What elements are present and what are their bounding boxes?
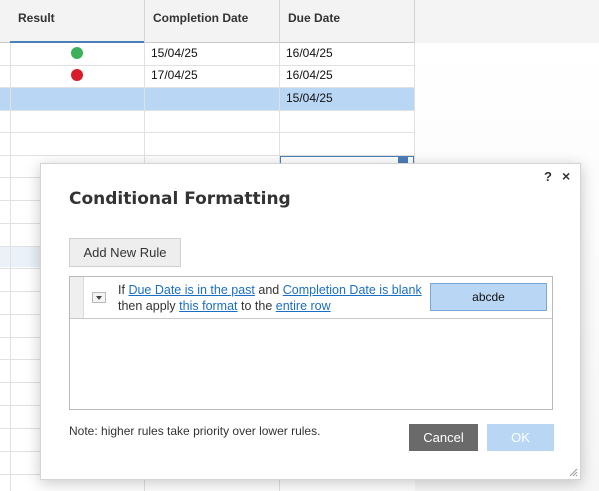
rule-then-text: then apply: [118, 299, 176, 313]
selected-row[interactable]: [0, 88, 415, 110]
gridline: [0, 132, 415, 133]
rule-menu-dropdown-icon[interactable]: [92, 292, 106, 303]
gridline: [0, 177, 40, 178]
gridline: [0, 223, 40, 224]
gridline: [0, 291, 40, 292]
row-highlight: [0, 247, 40, 267]
due-date-cell[interactable]: 16/04/25: [286, 68, 333, 82]
gridline: [0, 110, 415, 111]
format-preview-swatch[interactable]: abcde: [430, 283, 547, 311]
gridline: [0, 405, 40, 406]
completion-date-cell[interactable]: 17/04/25: [151, 68, 198, 82]
condition-link-due-date[interactable]: Due Date is in the past: [128, 283, 254, 297]
format-link[interactable]: this format: [179, 299, 237, 313]
gridline: [0, 474, 40, 475]
rule-to-text: to the: [241, 299, 273, 313]
gridline: [0, 382, 40, 383]
column-header-due-date[interactable]: Due Date: [280, 0, 415, 43]
gridline: [414, 43, 415, 163]
condition-link-completion-date[interactable]: Completion Date is blank: [283, 283, 422, 297]
gridline: [0, 65, 415, 66]
gridline: [0, 428, 40, 429]
rule-and-text: and: [258, 283, 280, 297]
gridline: [0, 359, 40, 360]
gridline: [0, 268, 40, 269]
priority-note: Note: higher rules take priority over lo…: [69, 424, 321, 438]
drag-handle[interactable]: [70, 277, 84, 318]
gridline: [0, 246, 40, 247]
rules-list: If Due Date is in the past and Completio…: [69, 276, 553, 410]
due-date-cell[interactable]: 16/04/25: [286, 46, 333, 60]
target-link-entire-row[interactable]: entire row: [276, 299, 331, 313]
gridline: [0, 87, 415, 88]
completion-date-cell[interactable]: 15/04/25: [151, 46, 198, 60]
help-icon[interactable]: ?: [544, 169, 552, 184]
gridline: [0, 314, 40, 315]
cancel-button[interactable]: Cancel: [409, 424, 478, 451]
rule-if-text: If: [118, 283, 125, 297]
resize-grip-icon[interactable]: [568, 467, 578, 477]
result-status-dot: [71, 69, 83, 81]
column-header-active-indicator: [10, 41, 144, 43]
gridline: [0, 337, 40, 338]
rule-row[interactable]: If Due Date is in the past and Completio…: [70, 277, 552, 319]
ok-button[interactable]: OK: [487, 424, 554, 451]
conditional-formatting-dialog: ? × Conditional Formatting Add New Rule …: [40, 163, 581, 480]
result-status-dot: [71, 47, 83, 59]
gridline: [10, 43, 11, 491]
header-empty-area: [415, 0, 599, 43]
column-header-result[interactable]: Result: [10, 0, 145, 43]
close-icon[interactable]: ×: [562, 168, 570, 184]
dialog-title: Conditional Formatting: [69, 189, 291, 209]
column-header-completion-date[interactable]: Completion Date: [145, 0, 280, 43]
rule-description: If Due Date is in the past and Completio…: [118, 282, 430, 314]
due-date-cell[interactable]: 15/04/25: [286, 91, 333, 105]
gridline: [0, 200, 40, 201]
add-new-rule-button[interactable]: Add New Rule: [69, 238, 181, 267]
gridline: [0, 451, 40, 452]
